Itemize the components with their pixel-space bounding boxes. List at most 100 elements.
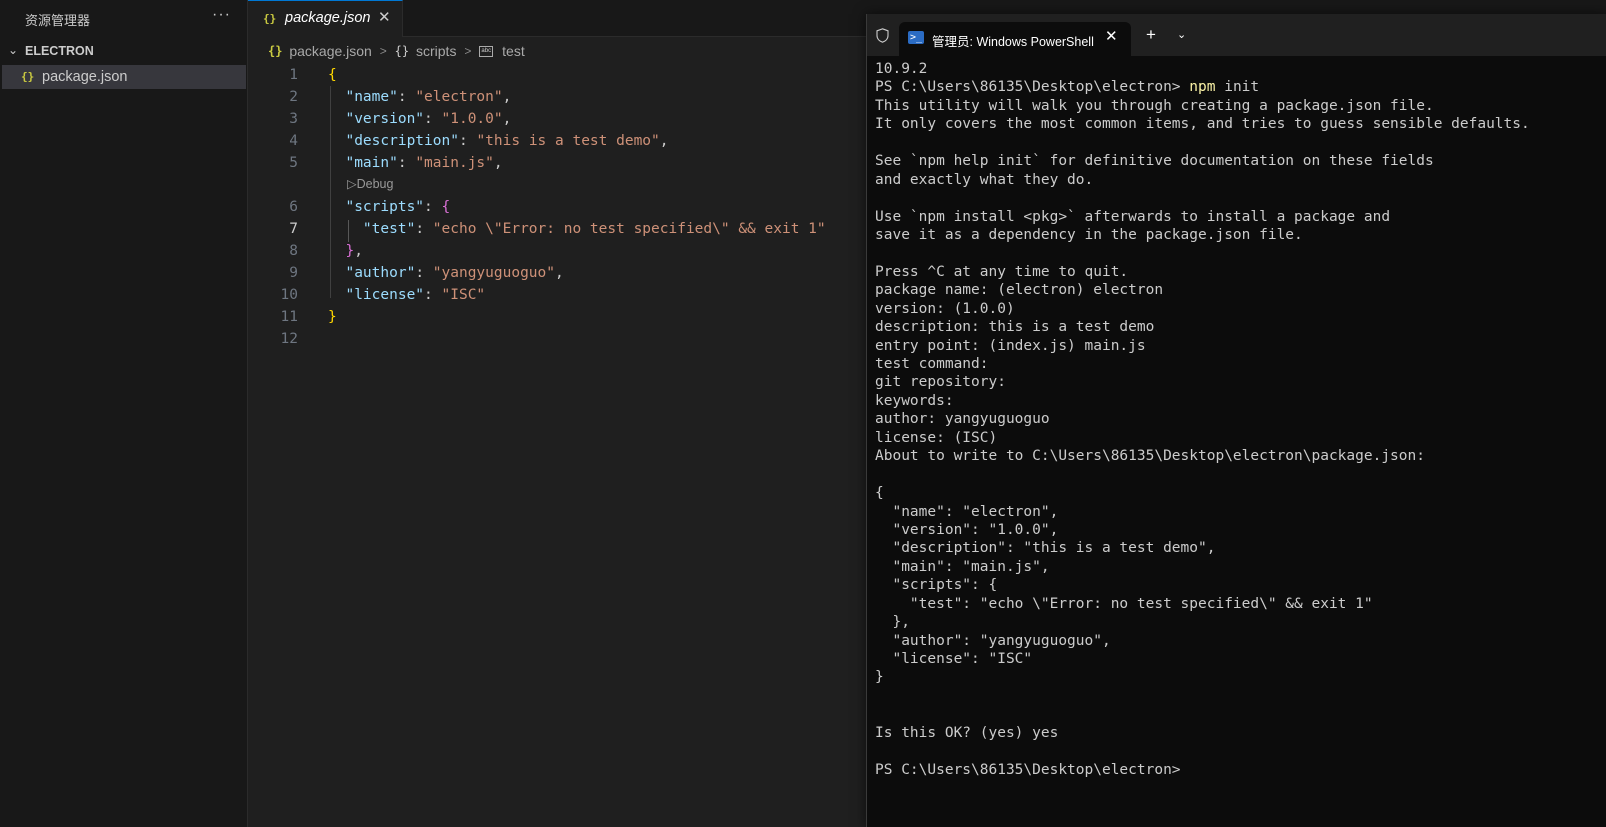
terminal-text: Is this OK? (yes) yes [875, 724, 1059, 741]
string-symbol-icon: abc [479, 45, 494, 57]
terminal-text: git repository: [875, 374, 1006, 391]
braces-icon: {} [394, 44, 410, 59]
terminal-line: "license": "ISC" [875, 650, 1600, 668]
terminal-text: entry point: (index.js) main.js [875, 337, 1146, 354]
terminal-line: and exactly what they do. [875, 171, 1600, 189]
line-number: 1 [289, 67, 298, 83]
terminal-line: version: (1.0.0) [875, 300, 1600, 318]
breadcrumb-test[interactable]: test [502, 43, 525, 59]
close-icon[interactable]: ✕ [1105, 27, 1118, 45]
powershell-window: >_ 管理员: Windows PowerShell ✕ + ⌄ 10.9.2 P… [866, 14, 1606, 827]
terminal-line: package name: (electron) electron [875, 281, 1600, 299]
code-line[interactable]: 10 "license": "ISC" [248, 284, 868, 306]
breadcrumb-scripts[interactable]: scripts [416, 43, 456, 59]
code-line[interactable]: 3 "version": "1.0.0", [248, 108, 868, 130]
code-token: : [424, 287, 442, 303]
plus-icon[interactable]: + [1146, 25, 1156, 45]
chevron-down-icon[interactable]: ⌄ [1177, 28, 1186, 41]
terminal-line: description: this is a test demo [875, 318, 1600, 336]
line-code: "description": "this is a test demo", [328, 130, 669, 152]
line-code: { [328, 64, 337, 86]
terminal-text: PS C:\Users\86135\Desktop\electron> [875, 79, 1190, 96]
line-code: "author": "yangyuguoguo", [328, 262, 563, 284]
line-number: 9 [289, 265, 298, 281]
code-token: } [328, 309, 337, 325]
terminal-tab[interactable]: >_ 管理员: Windows PowerShell ✕ [899, 22, 1131, 56]
line-number: 10 [280, 287, 298, 303]
code-line[interactable]: 12 [248, 328, 868, 350]
code-editor[interactable]: ▷Debug 1{2 "name": "electron", 3 "version… [248, 64, 868, 827]
line-number: 11 [280, 309, 298, 325]
terminal-line: See `npm help init` for definitive docum… [875, 152, 1600, 170]
breadcrumb-file[interactable]: package.json [289, 43, 372, 59]
explorer-file-package-json[interactable]: {} package.json [2, 65, 246, 89]
terminal-line: }, [875, 613, 1600, 631]
code-token: , [502, 89, 512, 105]
line-number: 8 [289, 243, 298, 259]
code-line[interactable]: 9 "author": "yangyuguoguo", [248, 262, 868, 284]
terminal-line: entry point: (index.js) main.js [875, 337, 1600, 355]
line-number: 7 [289, 221, 298, 237]
chevron-down-icon: ⌄ [8, 43, 19, 57]
code-line[interactable]: 8 }, [248, 240, 868, 262]
code-token: , [659, 133, 669, 149]
code-token: "main" [345, 155, 398, 171]
code-line[interactable]: 5 "main": "main.js", [248, 152, 868, 174]
code-line[interactable]: 6 "scripts": { [248, 196, 868, 218]
shield-icon [876, 28, 889, 43]
terminal-line: "name": "electron", [875, 503, 1600, 521]
line-code: "name": "electron", [328, 86, 511, 108]
terminal-text: { [875, 485, 884, 502]
chevron-right-icon: > [464, 44, 472, 59]
line-number: 6 [289, 199, 298, 215]
terminal-text: and exactly what they do. [875, 171, 1094, 188]
terminal-text: Use `npm install <pkg>` afterwards to in… [875, 208, 1391, 225]
code-token: "description" [345, 133, 459, 149]
explorer-sidebar: 资源管理器 ··· ⌄ ELECTRON {} package.json [0, 0, 248, 827]
code-line[interactable]: 4 "description": "this is a test demo", [248, 130, 868, 152]
code-line[interactable]: 11} [248, 306, 868, 328]
code-token: "author" [345, 265, 416, 281]
terminal-output[interactable]: 10.9.2 PS C:\Users\86135\Desktop\electron… [875, 60, 1600, 779]
terminal-text: test command: [875, 356, 989, 372]
terminal-line: "author": "yangyuguoguo", [875, 632, 1600, 650]
terminal-text: }, [875, 614, 910, 631]
section-label: ELECTRON [25, 44, 94, 58]
line-code: "test": "echo \"Error: no test specified… [328, 218, 826, 240]
terminal-text: PS C:\Users\86135\Desktop\electron> [875, 761, 1181, 778]
code-token: , [502, 111, 512, 127]
more-actions-icon[interactable]: ··· [212, 6, 231, 24]
code-token: "1.0.0" [441, 111, 503, 127]
code-token: , [493, 155, 503, 171]
json-file-icon: {} [263, 12, 277, 25]
close-icon[interactable]: ✕ [378, 8, 391, 26]
explorer-header: 资源管理器 ··· [0, 0, 247, 36]
tab-package-json[interactable]: {} package.json ✕ [248, 0, 403, 37]
terminal-text: init [1215, 79, 1260, 96]
code-line[interactable]: 1{ [248, 64, 868, 86]
terminal-line: keywords: [875, 392, 1600, 410]
code-line[interactable]: 2 "name": "electron", [248, 86, 868, 108]
code-line[interactable]: 7 "test": "echo \"Error: no test specifi… [248, 218, 868, 240]
line-number: 12 [280, 331, 298, 347]
explorer-section-electron[interactable]: ⌄ ELECTRON [0, 41, 247, 63]
line-code: "main": "main.js", [328, 152, 503, 174]
terminal-text: author: yangyuguoguo [875, 411, 1050, 428]
code-token: "license" [345, 287, 425, 303]
terminal-line: 10.9.2 [875, 60, 1600, 78]
code-token: "version" [345, 111, 425, 127]
line-code: "license": "ISC" [328, 284, 485, 306]
terminal-text: npm [1189, 79, 1216, 96]
debug-codelens[interactable]: ▷Debug [347, 176, 393, 191]
terminal-text: license: (ISC) [875, 429, 998, 446]
code-token: : [397, 89, 416, 105]
code-token: : [415, 265, 433, 281]
terminal-line: Is this OK? (yes) yes [875, 724, 1600, 742]
code-token: "scripts" [345, 199, 425, 215]
